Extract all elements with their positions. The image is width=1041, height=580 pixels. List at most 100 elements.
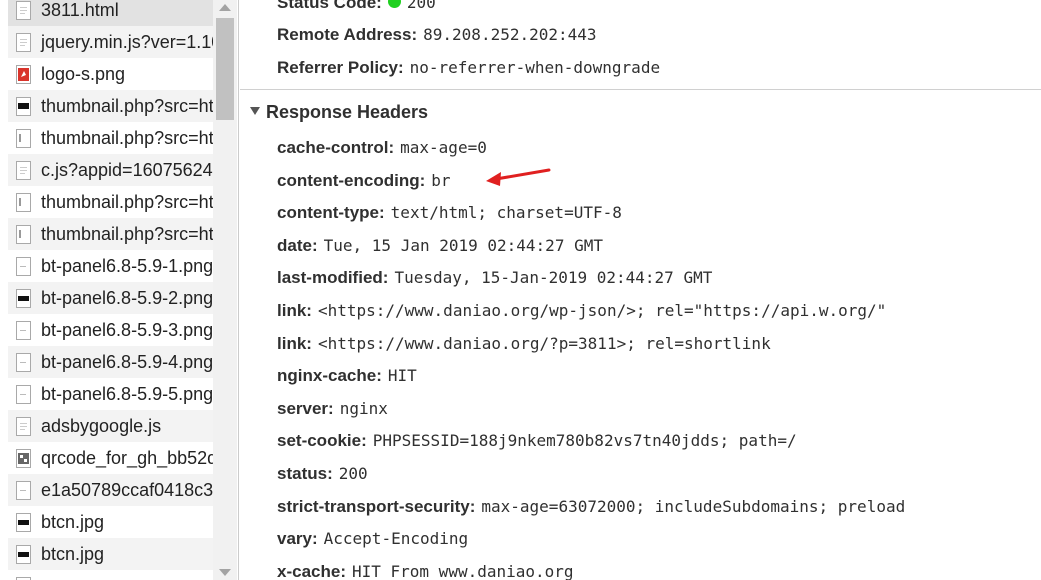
request-row[interactable]: 3811.html: [8, 0, 213, 26]
image-file-icon: [16, 320, 31, 340]
logo-image-icon: [16, 64, 31, 84]
request-row[interactable]: bt-panel6.8-5.9-2.png: [8, 282, 213, 314]
request-row[interactable]: jquery.min.js?ver=1.10: [8, 26, 213, 58]
response-header-line: content-encoding: br: [277, 165, 451, 197]
thumbnail-icon: [16, 128, 31, 148]
request-name: bt-panel6.8-5.9-3.png: [41, 320, 213, 340]
request-name: logo-s.png: [41, 64, 126, 84]
header-value: PHPSESSID=188j9nkem780b82vs7tn40jdds; pa…: [372, 431, 797, 451]
scroll-down-arrow-icon[interactable]: [219, 569, 231, 576]
header-value: 200: [338, 464, 368, 483]
section-divider: [240, 89, 1041, 90]
request-name: thumbnail.php?src=htt: [41, 128, 213, 148]
headers-panel: Status Code: 200 Remote Address: 89.208.25…: [240, 0, 1041, 580]
request-name: e1a50789ccaf0418c30: [41, 480, 213, 500]
header-key: content-encoding:: [277, 170, 426, 190]
thumbnail-icon: [16, 192, 31, 212]
header-key: last-modified:: [277, 268, 389, 288]
header-key: set-cookie:: [277, 431, 367, 451]
request-name: bt-panel6.8-5.9-4.png: [41, 352, 213, 372]
image-file-icon: [16, 352, 31, 372]
html-file-icon: [16, 0, 31, 20]
header-key: link:: [277, 301, 312, 320]
thumbnail-dark-icon: [16, 96, 31, 116]
request-name: adsbygoogle.js: [41, 416, 162, 436]
request-row[interactable]: bt-panel6.8-5.9-4.png: [8, 346, 213, 378]
general-referrer-policy: Referrer Policy: no-referrer-when-downgra…: [277, 52, 660, 84]
request-row[interactable]: adsbygoogle.js: [8, 410, 213, 442]
request-name: 3811.html: [41, 0, 119, 20]
header-value: text/html; charset=UTF-8: [390, 203, 622, 223]
image-dark-icon: [16, 288, 31, 308]
annotation-arrow-icon: [486, 168, 551, 186]
image-file-icon: [16, 256, 31, 276]
request-row[interactable]: logo-s.png: [8, 58, 213, 90]
request-row[interactable]: thumbnail.php?src=htt: [8, 186, 213, 218]
scroll-thumb[interactable]: [216, 18, 234, 120]
header-value: HIT: [387, 366, 417, 386]
image-dark-icon: [16, 512, 31, 532]
header-key: date:: [277, 235, 318, 255]
header-value: Tue, 15 Jan 2019 02:44:27 GMT: [323, 235, 603, 255]
response-header-line: server: nginx: [277, 393, 388, 425]
request-row[interactable]: bt-panel6.8-5.9-1.png: [8, 250, 213, 282]
expand-triangle-icon: [250, 107, 260, 116]
request-name: thumbnail.php?src=htt: [41, 192, 213, 212]
request-row[interactable]: c.js?appid=16075624: [8, 154, 213, 186]
request-list-scrollbar[interactable]: [213, 0, 237, 580]
request-row[interactable]: btcn.jpg: [8, 538, 213, 570]
header-key: strict-transport-security:: [277, 496, 476, 516]
request-name: c.js?appid=16075624: [41, 160, 213, 180]
header-key: link:: [277, 333, 312, 353]
request-row[interactable]: btcn.jpg: [8, 506, 213, 538]
response-header-line: content-type: text/html; charset=UTF-8: [277, 197, 622, 229]
response-headers-toggle[interactable]: Response Headers: [250, 97, 428, 127]
response-header-line: link: <https://www.daniao.org/wp-json/>; …: [277, 295, 886, 327]
qrcode-image-icon: [16, 448, 31, 468]
panel-divider[interactable]: [238, 0, 239, 580]
request-name: bt-panel6.8-5.9-5.png: [41, 384, 213, 404]
request-name: jquery.min.js?ver=1.10: [41, 32, 213, 52]
header-value: max-age=63072000; includeSubdomains; pre…: [481, 496, 906, 516]
request-row[interactable]: qrcode_for_gh_bb52d: [8, 442, 213, 474]
header-value: Tuesday, 15-Jan-2019 02:44:27 GMT: [394, 268, 713, 288]
response-header-line: set-cookie: PHPSESSID=188j9nkem780b82vs7t…: [277, 425, 797, 457]
header-value: HIT From www.daniao.org: [351, 561, 574, 580]
request-row[interactable]: thumbnail.php?src=htt: [8, 218, 213, 250]
thumbnail-icon: [16, 224, 31, 244]
request-row[interactable]: bt-panel6.8-5.9-3.png: [8, 314, 213, 346]
response-header-line: link: <https://www.daniao.org/?p=3811>; r…: [277, 328, 771, 360]
header-value: <https://www.daniao.org/wp-json/>; rel="…: [317, 301, 887, 320]
response-header-line: vary: Accept-Encoding: [277, 523, 468, 555]
script-file-icon: [16, 416, 31, 436]
header-value: br: [431, 170, 451, 190]
request-row[interactable]: bt-panel6.8-5.9-5.png: [8, 378, 213, 410]
request-name: btcn.jpg: [41, 544, 105, 564]
header-key: cache-control:: [277, 138, 395, 157]
image-file-icon: [16, 480, 31, 500]
image-file-icon: [16, 576, 31, 580]
header-key: server:: [277, 398, 334, 418]
remote-address-value: 89.208.252.202:443: [423, 25, 597, 44]
general-status-code: Status Code: 200: [277, 0, 436, 19]
script-file-icon: [16, 160, 31, 180]
request-row[interactable]: thumbnail.php?src=htt: [8, 122, 213, 154]
header-key: vary:: [277, 529, 318, 549]
remote-address-label: Remote Address:: [277, 25, 418, 44]
response-headers-title: Response Headers: [266, 102, 429, 122]
header-key: nginx-cache:: [277, 366, 382, 386]
status-code-label: Status Code:: [277, 0, 382, 12]
response-header-line: strict-transport-security: max-age=630720…: [277, 491, 905, 523]
header-value: Accept-Encoding: [323, 529, 469, 549]
request-name: thumbnail.php?src=htt: [41, 96, 213, 116]
response-header-line: nginx-cache: HIT: [277, 360, 417, 392]
request-list: 3811.html jquery.min.js?ver=1.10 logo-s.pn…: [0, 0, 240, 580]
response-header-line: status: 200: [277, 458, 368, 490]
header-value: <https://www.daniao.org/?p=3811>; rel=sh…: [317, 333, 771, 353]
request-row[interactable]: e1a50789ccaf0418c30: [8, 474, 213, 506]
header-value: max-age=0: [400, 138, 487, 157]
request-row[interactable]: thumbnail.php?src=htt: [8, 90, 213, 122]
scroll-up-arrow-icon[interactable]: [219, 4, 231, 11]
request-row[interactable]: ...: [8, 570, 213, 580]
request-name: qrcode_for_gh_bb52d: [41, 448, 213, 468]
